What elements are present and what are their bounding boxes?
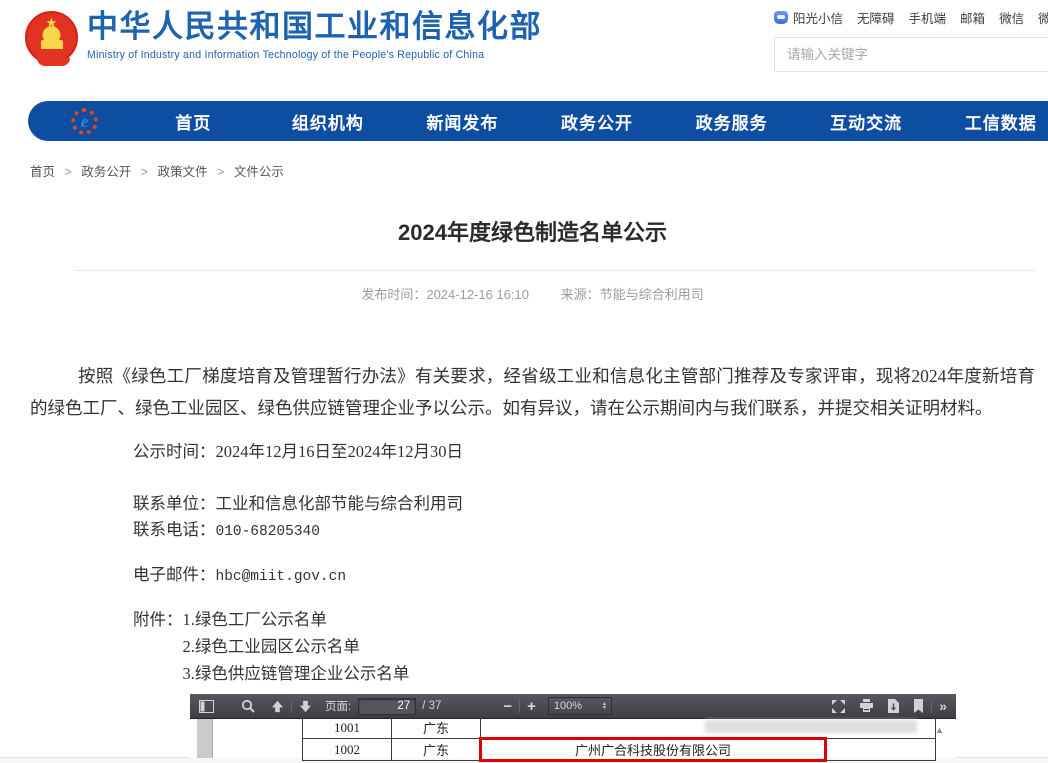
contact-phone: 联系电话：010-68205340 bbox=[30, 517, 1035, 545]
nav-gov-services[interactable]: 政务服务 bbox=[664, 109, 799, 134]
zoom-level-select[interactable]: 100% ▴ ▾ bbox=[548, 697, 612, 715]
crumb-gov-affairs[interactable]: 政务公开 bbox=[81, 165, 131, 179]
phone-number: 010-68205340 bbox=[216, 524, 320, 540]
site-title: 中华人民共和国工业和信息化部 bbox=[87, 7, 542, 47]
pdf-page-edge bbox=[197, 719, 213, 758]
zoom-spinner-icon: ▴ ▾ bbox=[603, 702, 606, 710]
page-number-input[interactable] bbox=[358, 698, 416, 715]
publish-time: 发布时间：2024-12-16 16:10 bbox=[361, 287, 529, 302]
sidebar-toggle-icon[interactable] bbox=[199, 700, 214, 713]
nav-organization[interactable]: 组织机构 bbox=[261, 109, 396, 134]
crumb-current: 文件公示 bbox=[234, 165, 284, 179]
site-logo[interactable]: ★ 中华人民共和国工业和信息化部 Ministry of Industry an… bbox=[25, 7, 542, 64]
title-divider bbox=[75, 270, 1035, 271]
national-emblem-icon: ★ bbox=[25, 11, 78, 64]
attachments: 附件： 1.绿色工厂公示名单 2.绿色工业园区公示名单 3.绿色供应链管理企业公… bbox=[30, 606, 1035, 687]
download-icon[interactable] bbox=[887, 699, 900, 713]
table-row: 1001 广东 bbox=[303, 717, 936, 739]
main-nav: e 首页 组织机构 新闻发布 政务公开 政务服务 互动交流 工信数据 bbox=[28, 101, 1048, 141]
breadcrumb: 首页 > 政务公开 > 政策文件 > 文件公示 bbox=[30, 161, 284, 180]
page-title: 2024年度绿色制造名单公示 bbox=[30, 218, 1035, 248]
zoom-out-button[interactable]: − bbox=[503, 699, 512, 714]
nav-data[interactable]: 工信数据 bbox=[933, 109, 1048, 134]
nav-home[interactable]: 首页 bbox=[126, 109, 261, 134]
crumb-home[interactable]: 首页 bbox=[30, 165, 55, 179]
cell-index: 1001 bbox=[303, 717, 392, 739]
cell-index: 1002 bbox=[303, 739, 392, 761]
highlight-red-box: 广州广合科技股份有限公司 bbox=[479, 737, 827, 762]
pdf-page: 1001 广东 1002 广东 广州广合科技股份有限公司 ▲ bbox=[190, 719, 956, 758]
link-mail[interactable]: 邮箱 bbox=[960, 8, 985, 27]
notice-period: 公示时间：2024年12月16日至2024年12月30日 bbox=[30, 439, 1035, 465]
cell-company: 广州广合科技股份有限公司 bbox=[481, 739, 936, 761]
presentation-mode-icon[interactable] bbox=[831, 699, 846, 714]
scroll-up-icon[interactable]: ▲ bbox=[935, 725, 944, 735]
nav-news[interactable]: 新闻发布 bbox=[395, 109, 530, 134]
article-paragraph: 按照《绿色工厂梯度培育及管理暂行办法》有关要求，经省级工业和信息化主管部门推荐及… bbox=[30, 360, 1035, 424]
link-weibo[interactable]: 微博 bbox=[1038, 8, 1048, 27]
link-wechat[interactable]: 微信 bbox=[999, 8, 1024, 27]
pdf-search-icon[interactable] bbox=[241, 699, 255, 713]
contact-unit: 联系单位：工业和信息化部节能与综合利用司 bbox=[30, 491, 1035, 517]
bookmark-icon[interactable] bbox=[913, 699, 924, 713]
highlighted-company-name: 广州广合科技股份有限公司 bbox=[575, 740, 731, 759]
print-icon[interactable] bbox=[859, 699, 874, 713]
zoom-in-button[interactable]: + bbox=[527, 699, 536, 714]
nav-gov-affairs[interactable]: 政务公开 bbox=[530, 109, 665, 134]
link-yangguangxiaoxin[interactable]: 阳光小信 bbox=[793, 8, 843, 27]
more-tools-icon[interactable]: » bbox=[939, 699, 947, 713]
link-accessibility[interactable]: 无障碍 bbox=[857, 8, 895, 27]
table-row: 1002 广东 广州广合科技股份有限公司 bbox=[303, 739, 936, 761]
pdf-list-table: 1001 广东 1002 广东 广州广合科技股份有限公司 bbox=[302, 716, 936, 761]
attachment-green-park[interactable]: 2.绿色工业园区公示名单 bbox=[183, 633, 410, 660]
redacted-company-name bbox=[705, 720, 917, 733]
link-mobile[interactable]: 手机端 bbox=[909, 8, 947, 27]
assistant-robot-icon bbox=[774, 11, 788, 24]
page-down-icon[interactable] bbox=[299, 700, 312, 713]
article-meta: 发布时间：2024-12-16 16:10 来源：节能与综合利用司 bbox=[30, 284, 1035, 303]
site-subtitle: Ministry of Industry and Information Tec… bbox=[87, 49, 542, 61]
utility-links: 阳光小信 无障碍 手机端 邮箱 微信 微博 bbox=[774, 8, 1048, 27]
article: 2024年度绿色制造名单公示 发布时间：2024-12-16 16:10 来源：… bbox=[30, 218, 1035, 687]
miit-gear-icon: e bbox=[71, 108, 98, 135]
search-box bbox=[774, 37, 1048, 72]
cell-province: 广东 bbox=[392, 739, 481, 761]
attachment-green-supply-chain[interactable]: 3.绿色供应链管理企业公示名单 bbox=[183, 660, 410, 687]
article-source: 来源：节能与综合利用司 bbox=[561, 287, 704, 302]
page-up-icon[interactable] bbox=[271, 700, 284, 713]
cell-company bbox=[481, 717, 936, 739]
cell-province: 广东 bbox=[392, 717, 481, 739]
zoom-level-value: 100% bbox=[554, 700, 603, 712]
contact-email: 电子邮件：hbc@miit.gov.cn bbox=[30, 562, 1035, 590]
nav-interaction[interactable]: 互动交流 bbox=[799, 109, 934, 134]
attachments-label: 附件： bbox=[133, 606, 183, 687]
attachment-green-factory[interactable]: 1.绿色工厂公示名单 bbox=[183, 606, 410, 633]
crumb-policy-docs[interactable]: 政策文件 bbox=[158, 165, 208, 179]
pdf-viewer: 页面: / 37 − + 100% ▴ ▾ » bbox=[190, 694, 956, 758]
page-label: 页面: bbox=[325, 698, 351, 714]
email-address: hbc@miit.gov.cn bbox=[216, 569, 347, 585]
page-total: / 37 bbox=[422, 700, 441, 712]
search-input[interactable] bbox=[775, 38, 1048, 71]
